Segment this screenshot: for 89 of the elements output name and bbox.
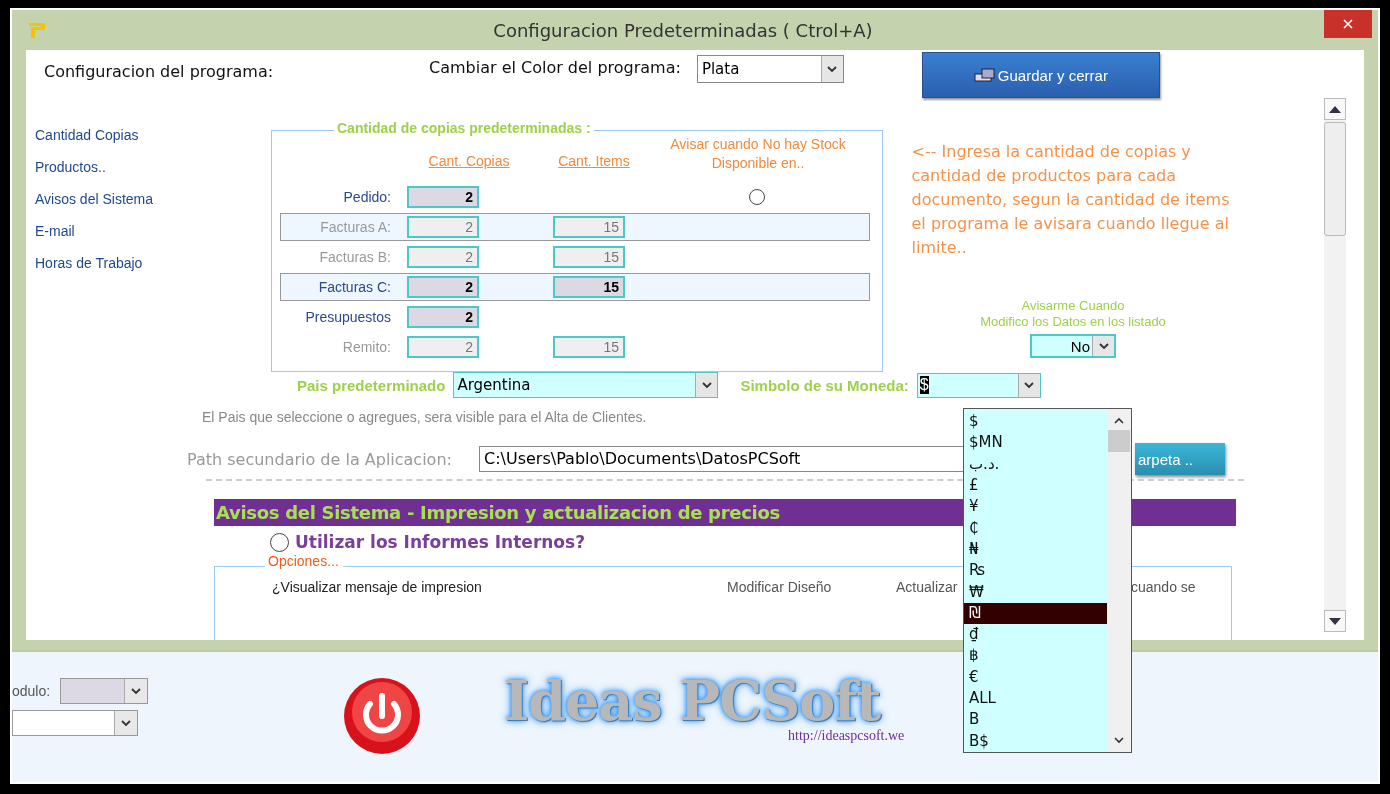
sidebar-link[interactable]: Avisos del Sistema <box>35 189 271 210</box>
scroll-down-button[interactable] <box>1324 610 1346 632</box>
module-dropdown[interactable] <box>60 678 149 704</box>
close-button[interactable] <box>1324 10 1372 38</box>
path-label: Path secundario de la Aplicacion: <box>187 449 453 469</box>
scroll-up-button[interactable] <box>1324 98 1346 120</box>
group-title: Opciones... <box>265 553 343 570</box>
caret-up-icon <box>1114 417 1124 424</box>
radio-label: Utilizar los Informes Internos? <box>295 532 586 553</box>
sidebar-link[interactable]: E-mail <box>35 221 271 242</box>
section-heading: Configuracion del programa: <box>44 62 275 81</box>
caret-icon <box>1024 381 1035 389</box>
currency-option[interactable]: ₦ <box>964 538 1107 561</box>
copies-field[interactable]: 2 <box>407 336 479 358</box>
copies-field[interactable]: 2 <box>407 276 479 298</box>
option-label: Modificar Diseño <box>727 579 832 596</box>
app-logo-icon <box>28 21 48 39</box>
items-field[interactable]: 15 <box>553 216 625 238</box>
triangle-down-icon <box>1329 617 1341 625</box>
currency-option[interactable]: ₩ <box>964 581 1107 603</box>
currency-option[interactable]: ₪ <box>964 602 1107 625</box>
caret-icon <box>701 381 712 389</box>
caret-icon <box>827 65 838 73</box>
row-label: Pedido: <box>342 189 391 205</box>
currency-option[interactable]: $ <box>964 411 1107 433</box>
currency-option[interactable]: د.ب. <box>964 453 1107 475</box>
module-label: odulo: <box>12 683 51 699</box>
stock-warning-label: Avisar cuando No hay Stock Disponible en.. <box>669 135 847 173</box>
caret-icon <box>1098 342 1109 350</box>
currency-option[interactable]: B <box>964 709 1107 731</box>
path-field[interactable]: C:\Users\Pablo\Documents\DatosPCSoft <box>479 446 963 472</box>
currency-option[interactable]: B$ <box>964 730 1107 752</box>
scrollbar[interactable] <box>1324 98 1346 632</box>
sidebar-link[interactable]: Cantidad Copias <box>35 125 271 146</box>
currency-option[interactable]: ¥ <box>964 496 1107 518</box>
notify-label: Modifico los Datos en los listado <box>980 314 1166 330</box>
copies-field[interactable]: 2 <box>407 216 479 238</box>
option-label: cuando se <box>1131 579 1196 596</box>
row-label: Facturas C: <box>317 279 391 295</box>
currency-label: Simbolo de su Moneda: <box>740 376 909 394</box>
triangle-up-icon <box>1329 105 1341 113</box>
dropdown[interactable] <box>12 710 138 736</box>
currency-option[interactable]: ฿ <box>964 645 1107 667</box>
save-button[interactable]: Guardar y cerrar <box>921 52 1160 98</box>
caret-icon <box>1114 737 1124 744</box>
currency-option[interactable]: $MN <box>964 432 1107 454</box>
currency-option[interactable]: £ <box>964 474 1107 497</box>
scroll-thumb[interactable] <box>1108 430 1130 452</box>
row-label: Remito: <box>341 339 391 355</box>
option-label: ¿Visualizar mensaje de impresion <box>272 579 482 596</box>
sidebar-link[interactable]: Horas de Trabajo <box>35 253 271 274</box>
notify-dropdown[interactable]: No <box>1030 334 1116 358</box>
row-label: Facturas A: <box>319 219 391 235</box>
list-scrollbar[interactable] <box>1107 409 1131 752</box>
currency-option[interactable]: ALL <box>964 688 1107 710</box>
printer-icon <box>973 68 996 82</box>
country-dropdown[interactable]: Argentina <box>453 372 719 398</box>
power-button[interactable] <box>342 676 422 756</box>
column-header: Cant. Copias <box>427 153 511 169</box>
currency-option[interactable]: € <box>964 666 1107 689</box>
currency-option[interactable]: ₨ <box>964 560 1107 582</box>
currency-dropdown[interactable]: $ <box>916 372 1041 398</box>
window-title: Configuracion Predeterminadas ( Ctrol+A) <box>492 19 874 41</box>
copies-field[interactable]: 2 <box>407 246 479 268</box>
notify-label: Avisarme Cuando <box>1021 298 1125 314</box>
items-field[interactable]: 15 <box>553 246 625 268</box>
currency-option[interactable]: ₫ <box>964 624 1107 646</box>
country-hint: El Pais que seleccione o agregues, sera visible para el Alta de Clientes. <box>202 409 647 425</box>
option-label: Actualizar <box>896 579 958 596</box>
radio-button[interactable] <box>749 189 765 205</box>
column-header: Cant. Items <box>557 153 631 169</box>
color-dropdown[interactable]: Plata <box>696 55 844 83</box>
sidebar-link[interactable]: Productos.. <box>35 157 271 178</box>
color-label: Cambiar el Color del programa: <box>429 58 681 77</box>
copies-field[interactable]: 2 <box>407 306 479 328</box>
items-field[interactable]: 15 <box>553 336 625 358</box>
close-icon <box>1343 19 1353 29</box>
caret-icon <box>131 687 142 695</box>
help-text: <-- Ingresa la cantidad de copias y cantidad de productos para cada documento, segun la cantidad de items el programa le avisara cuando llegue al limite.. <box>911 141 1231 259</box>
row-label: Facturas B: <box>318 249 391 265</box>
website-link[interactable]: http://ideaspcsoft.we <box>788 728 905 744</box>
row-label: Presupuestos <box>304 309 391 325</box>
scroll-thumb[interactable] <box>1324 122 1346 236</box>
radio-button[interactable] <box>270 532 289 552</box>
group-title: Cantidad de copias predeterminadas : <box>334 120 594 136</box>
copies-field[interactable]: 2 <box>407 186 479 208</box>
caret-icon <box>121 719 131 727</box>
items-field[interactable]: 15 <box>553 276 625 298</box>
country-label: Pais predeterminado <box>297 376 446 394</box>
